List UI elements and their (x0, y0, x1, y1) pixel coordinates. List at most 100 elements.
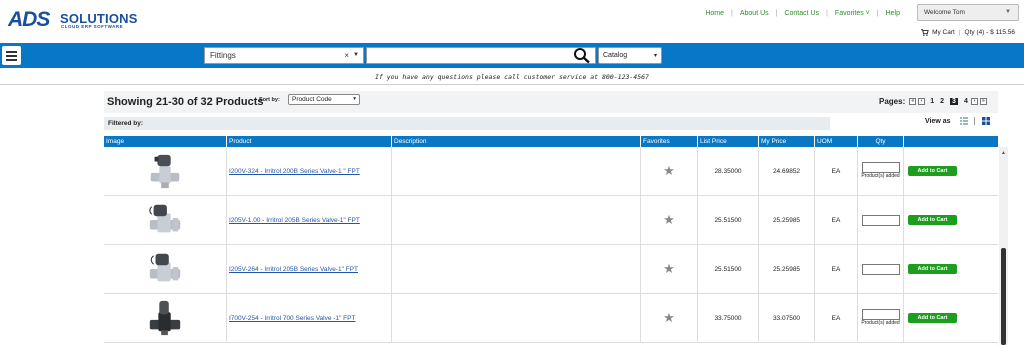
cart-qty-total: Qty (4) - $ 115.56 (964, 29, 1015, 36)
product-table: Image Product Description Favorites List… (104, 136, 998, 343)
nav-favorites[interactable]: Favorites ˅ (835, 10, 870, 17)
user-menu-dropdown[interactable]: Welcome Tom ▼ (917, 4, 1019, 21)
add-to-cart-button[interactable]: Add to Cart (908, 166, 957, 176)
top-header: ADS SOLUTIONS CLOUD ERP SOFTWARE Home | A… (0, 0, 1024, 40)
valve-icon (149, 253, 181, 282)
star-icon[interactable]: ★ (663, 261, 675, 277)
search-icon[interactable] (570, 47, 594, 64)
star-icon[interactable]: ★ (663, 310, 675, 326)
view-divider (974, 117, 975, 125)
qty-added-note: Product(s) added (861, 173, 900, 180)
add-to-cart-button[interactable]: Add to Cart (908, 264, 957, 274)
star-icon[interactable]: ★ (663, 212, 675, 228)
nav-about-us[interactable]: About Us (740, 10, 769, 17)
col-my-price: My Price (759, 136, 815, 147)
last-page-icon[interactable]: » (979, 98, 987, 105)
table-row: I700V-254 - Irritrol 700 Series Valve -1… (104, 294, 998, 343)
table-header: Image Product Description Favorites List… (104, 136, 998, 147)
cart-summary[interactable]: My Cart | Qty (4) - $ 115.56 (921, 29, 1015, 36)
logo-subtitle: CLOUD ERP SOFTWARE (61, 24, 124, 29)
col-list-price: List Price (698, 136, 759, 147)
my-cart-link[interactable]: My Cart (932, 29, 955, 36)
search-input[interactable] (366, 47, 596, 64)
qty-added-note: Product(s) added (861, 320, 900, 327)
my-price: 25.25985 (759, 196, 815, 244)
scrollbar-thumb[interactable] (1001, 248, 1006, 345)
product-image[interactable] (104, 196, 227, 244)
uom: EA (815, 147, 858, 195)
product-image[interactable] (104, 147, 227, 195)
prev-page-icon[interactable]: ‹ (918, 98, 926, 105)
chevron-down-icon: ▾ (353, 96, 356, 102)
caret-down-icon: ▼ (1005, 9, 1011, 15)
company-logo[interactable]: ADS SOLUTIONS CLOUD ERP SOFTWARE (8, 8, 137, 33)
product-link[interactable]: I205V-1.00 - Irritrol 205B Series Valve-… (229, 217, 360, 224)
chevron-down-icon: ▾ (653, 53, 657, 59)
qty-input[interactable] (861, 309, 900, 321)
description-cell (392, 245, 641, 293)
welcome-text: Welcome Tom (924, 9, 965, 16)
pagination: Pages: « ‹ 1 2 3 4 › » (879, 97, 989, 106)
valve-icon (149, 204, 181, 233)
description-cell (392, 294, 641, 342)
my-price: 33.07500 (759, 294, 815, 342)
uom: EA (815, 245, 858, 293)
catalog-select[interactable]: Catalog ▾ (598, 47, 662, 64)
sort-value: Product Code (292, 96, 332, 103)
uom: EA (815, 294, 858, 342)
nav-help[interactable]: Help (886, 10, 900, 17)
first-page-icon[interactable]: « (909, 98, 917, 105)
nav-home[interactable]: Home (705, 10, 724, 17)
list-price: 28.35000 (698, 147, 759, 195)
table-row: I205V-264 - Irritrol 205B Series Valve-1… (104, 245, 998, 294)
table-row: I205V-1.00 - Irritrol 205B Series Valve-… (104, 196, 998, 245)
col-favorites: Favorites (641, 136, 698, 147)
list-view-icon[interactable] (960, 117, 968, 125)
divider (0, 84, 1024, 85)
page-1[interactable]: 1 (930, 98, 934, 105)
nav-contact-us[interactable]: Contact Us (784, 10, 819, 17)
logo-mark: ADS (8, 8, 50, 31)
add-to-cart-button[interactable]: Add to Cart (908, 313, 957, 323)
product-link[interactable]: I205V-264 - Irritrol 205B Series Valve-1… (229, 266, 358, 273)
view-as-label: View as (925, 118, 951, 125)
filtered-by-bar: Filtered by: (104, 117, 830, 130)
category-select[interactable]: Fittings × ▼ (204, 47, 364, 64)
list-price: 25.51500 (698, 245, 759, 293)
customer-service-notice: If you have any questions please call cu… (375, 73, 649, 81)
col-description: Description (392, 136, 641, 147)
list-price: 33.75000 (698, 294, 759, 342)
qty-input[interactable] (861, 162, 900, 174)
page-4[interactable]: 4 (964, 98, 968, 105)
description-cell (392, 196, 641, 244)
qty-input[interactable] (861, 263, 900, 275)
scroll-up-icon[interactable]: ▲ (1001, 150, 1006, 156)
star-icon[interactable]: ★ (663, 163, 675, 179)
sort-select[interactable]: Product Code ▾ (288, 94, 360, 105)
next-page-icon[interactable]: › (970, 98, 978, 105)
chevron-down-icon: ˅ (865, 10, 870, 17)
col-uom: UOM (815, 136, 858, 147)
my-price: 24.69852 (759, 147, 815, 195)
catalog-value: Catalog (603, 52, 628, 59)
page-2[interactable]: 2 (940, 98, 944, 105)
pages-label: Pages: (879, 97, 906, 106)
description-cell (392, 147, 641, 195)
qty-input[interactable] (861, 214, 900, 226)
product-link[interactable]: I200V-324 - Irritrol 200B Series Valve-1… (229, 168, 360, 175)
clear-icon[interactable]: × (344, 51, 349, 60)
list-price: 25.51500 (698, 196, 759, 244)
grid-view-icon[interactable] (982, 117, 990, 125)
valve-icon (149, 300, 181, 336)
uom: EA (815, 196, 858, 244)
col-image: Image (104, 136, 227, 147)
sort-label: Sort by: (259, 97, 280, 103)
product-image[interactable] (104, 294, 227, 342)
hamburger-menu-icon[interactable] (2, 46, 21, 65)
add-to-cart-button[interactable]: Add to Cart (908, 215, 957, 225)
dropdown-arrow-icon: ▼ (353, 52, 359, 58)
page-3-current[interactable]: 3 (950, 98, 958, 105)
product-link[interactable]: I700V-254 - Irritrol 700 Series Valve -1… (229, 315, 355, 322)
product-image[interactable] (104, 245, 227, 293)
valve-icon (150, 154, 180, 189)
